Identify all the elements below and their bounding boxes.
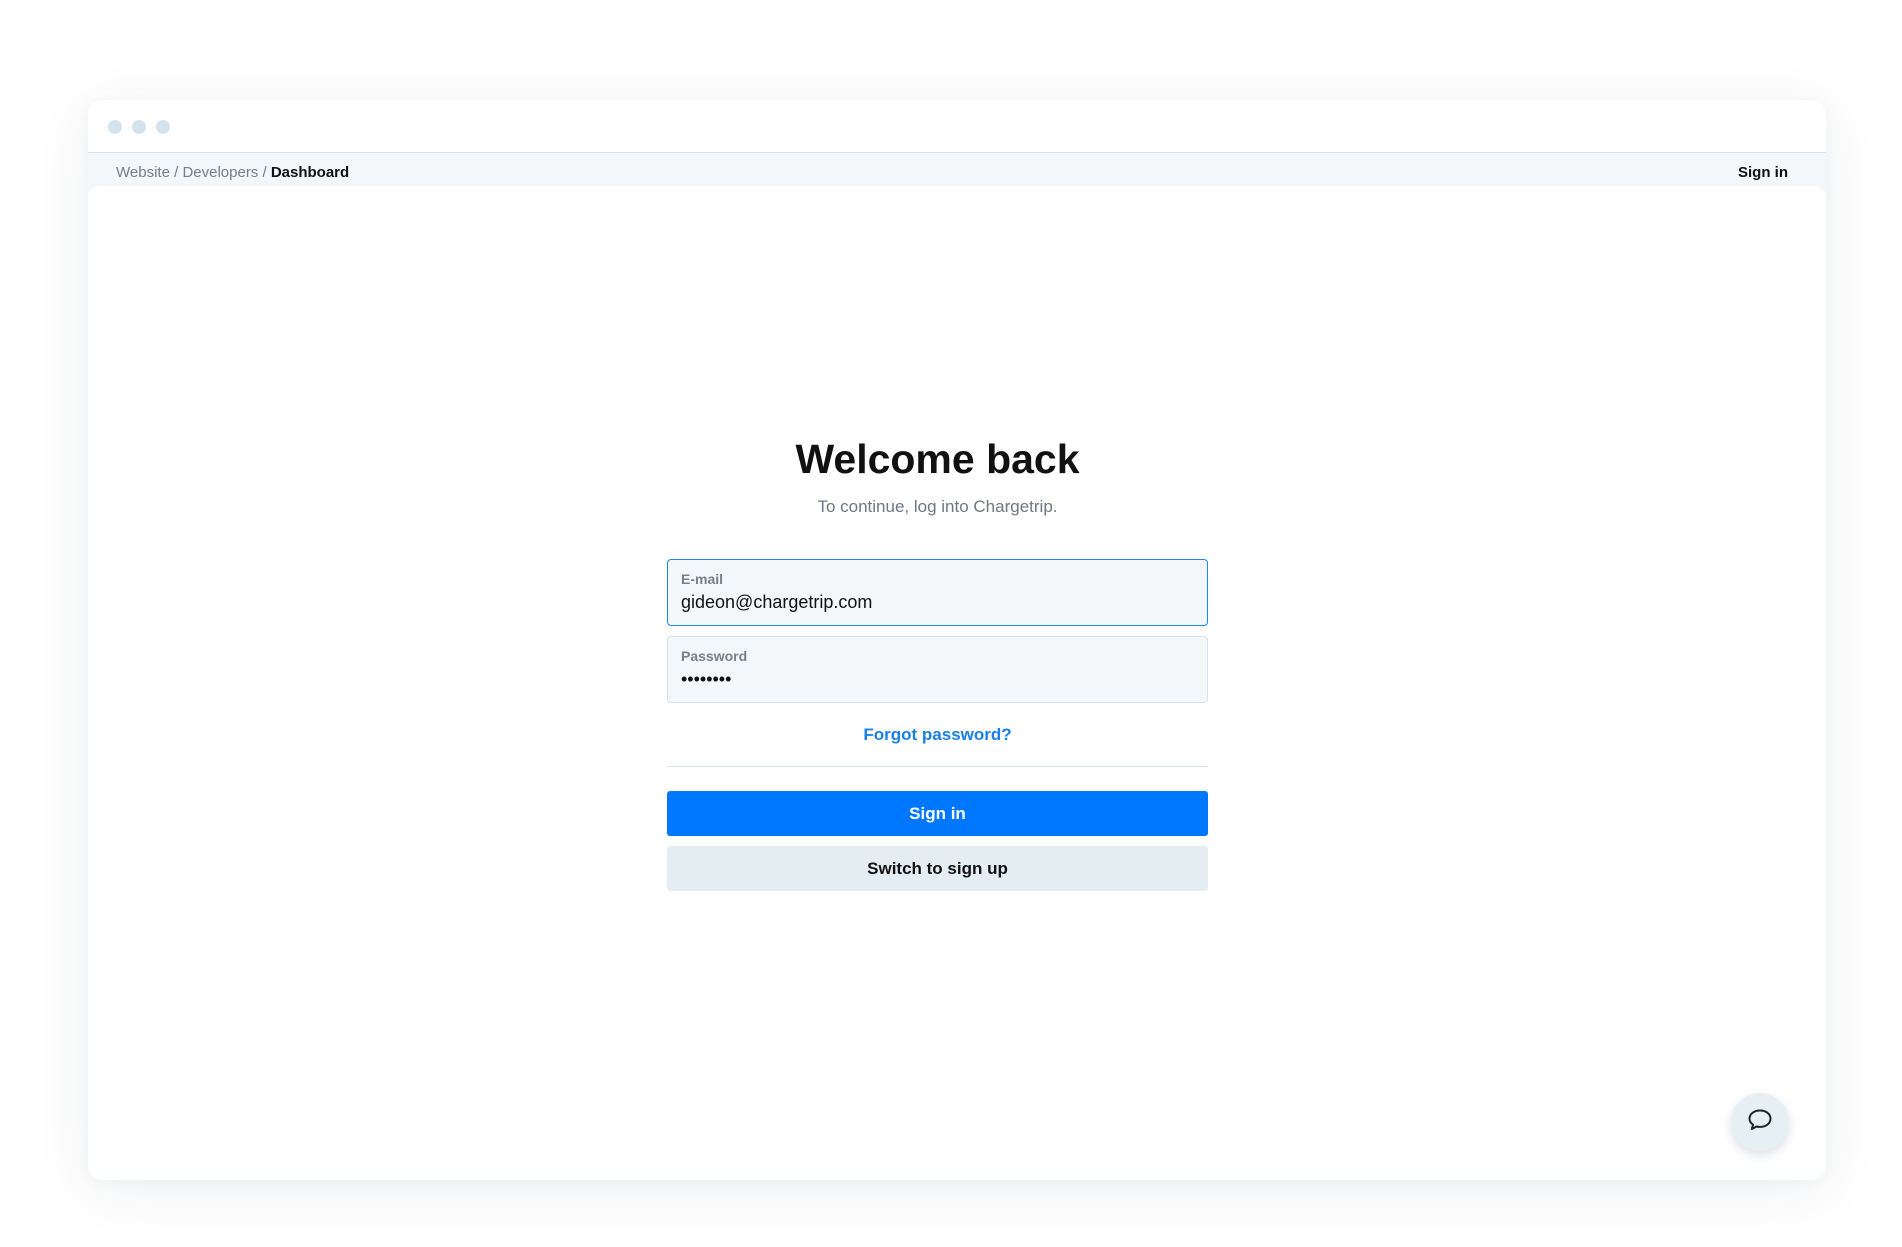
email-label: E-mail (681, 571, 724, 587)
password-input[interactable] (681, 668, 1194, 690)
page-title: Welcome back (795, 436, 1080, 482)
window-control-dot[interactable] (132, 120, 146, 134)
window-control-dot[interactable] (108, 120, 122, 134)
window-titlebar (88, 100, 1826, 152)
breadcrumb-item-developers[interactable]: Developers (182, 164, 258, 181)
window-control-dot[interactable] (156, 120, 170, 134)
divider (667, 766, 1208, 767)
page-subtitle: To continue, log into Chargetrip. (817, 497, 1058, 516)
password-field[interactable]: Password (667, 636, 1208, 703)
login-form: Welcome back To continue, log into Charg… (667, 434, 1208, 891)
breadcrumb-current: Dashboard (270, 164, 350, 181)
password-label: Password (681, 648, 748, 664)
nav-signin-link[interactable]: Sign in (1738, 164, 1788, 181)
breadcrumb-item-website[interactable]: Website (116, 164, 170, 181)
breadcrumb-separator: / (258, 164, 271, 181)
email-field[interactable]: E-mail (667, 559, 1208, 626)
breadcrumb: Website / Developers / Dashboard (116, 164, 349, 181)
switch-to-signup-button[interactable]: Switch to sign up (667, 846, 1208, 891)
main-content: Welcome back To continue, log into Charg… (88, 186, 1826, 1174)
chat-bubble-icon (1746, 1107, 1774, 1138)
browser-window: Website / Developers / Dashboard Sign in… (88, 100, 1826, 1180)
breadcrumb-separator: / (169, 164, 183, 181)
forgot-password-link[interactable]: Forgot password? (667, 725, 1208, 745)
email-input[interactable] (681, 591, 1194, 613)
chat-button[interactable] (1731, 1093, 1789, 1151)
signin-button[interactable]: Sign in (667, 791, 1208, 836)
